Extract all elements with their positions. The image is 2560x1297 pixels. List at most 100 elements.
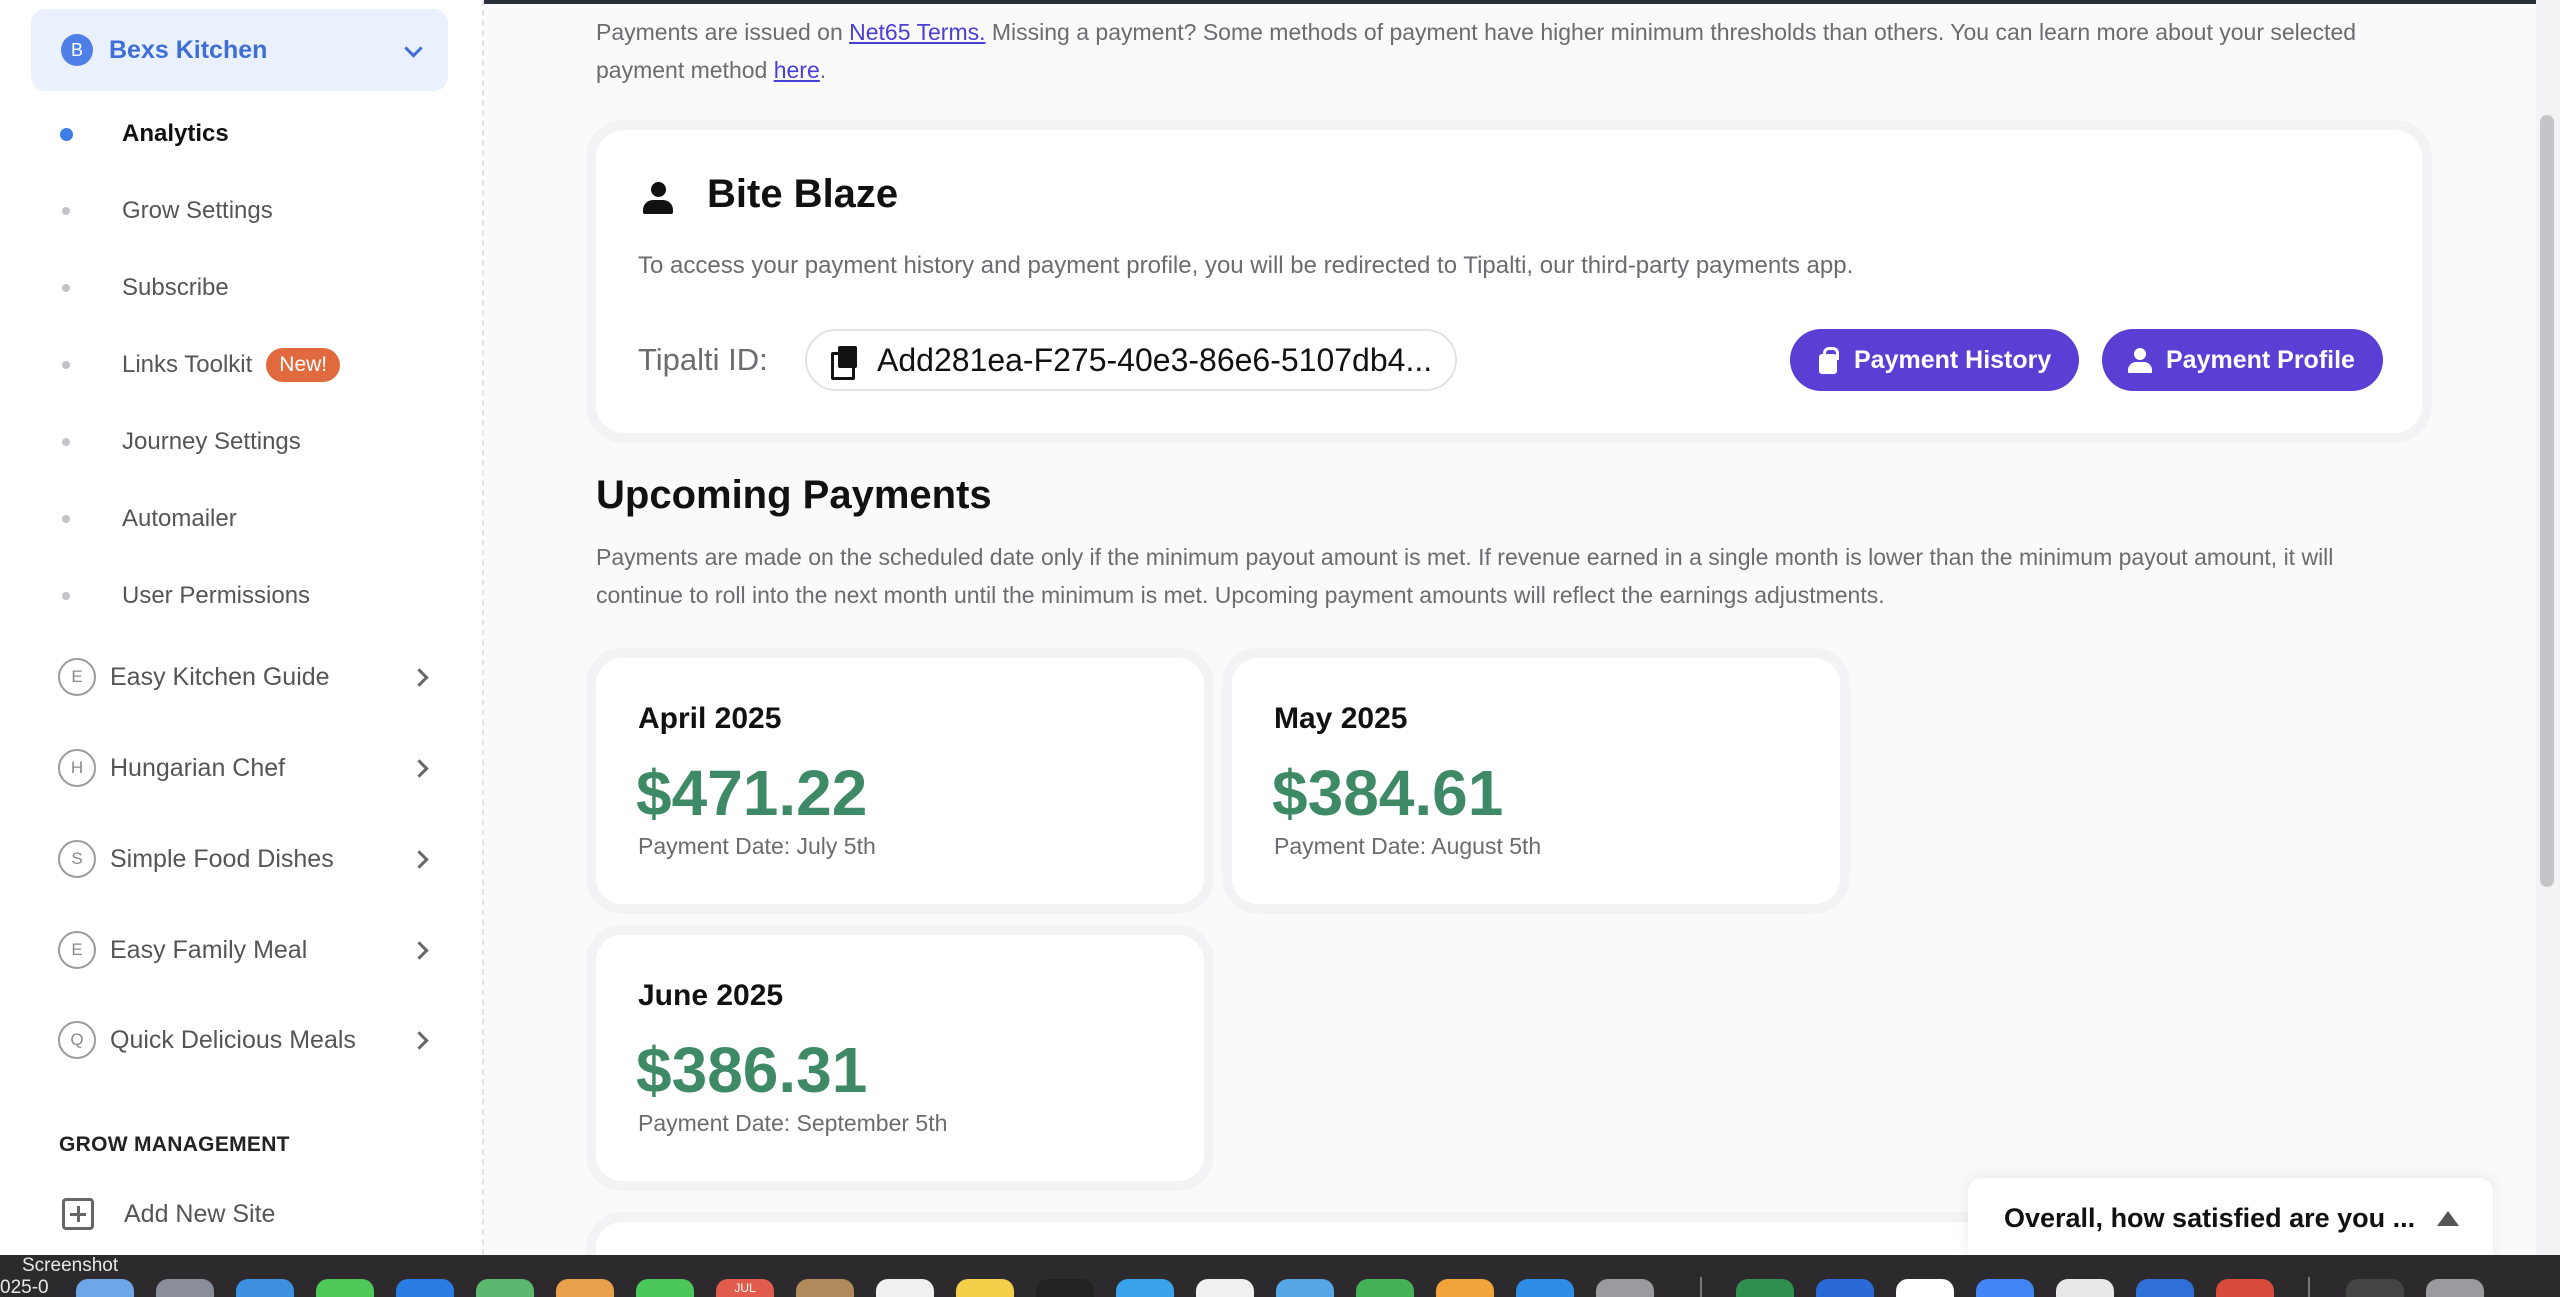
app-icon[interactable] [2216,1279,2274,1297]
dock-screenshot-date: 025-0 [0,1277,49,1297]
active-dot-icon [60,127,73,141]
payment-amount: $471.22 [636,757,868,829]
dock-separator [2308,1277,2310,1297]
payment-card: June 2025 $386.31 Payment Date: Septembe… [596,935,1204,1181]
payment-amount: $384.61 [1272,757,1504,829]
sidebar-item-automailer[interactable]: Automailer [62,499,237,539]
bullet-dot-icon [62,207,70,215]
chevron-right-icon [412,941,430,959]
sidebar-item-label: Journey Settings [122,428,301,455]
site-item-easy-family-meal[interactable]: E Easy Family Meal [58,928,430,972]
payment-history-button[interactable]: Payment History [1790,329,2080,391]
maps-icon[interactable] [476,1279,534,1297]
chevron-right-icon [412,850,430,868]
current-site-selector[interactable]: B Bexs Kitchen [31,9,448,91]
numbers-icon[interactable] [1356,1279,1414,1297]
chevron-right-icon [412,668,430,686]
os-dock: Screenshot 025-0 JUL [0,1255,2560,1297]
bullet-dot-icon [62,361,70,369]
chatgpt-icon[interactable] [2056,1279,2114,1297]
notes-icon[interactable] [956,1279,1014,1297]
calendar-icon[interactable]: JUL [716,1279,774,1297]
facetime-icon[interactable] [636,1279,694,1297]
chevron-right-icon [412,1031,430,1049]
sidebar-item-links-toolkit[interactable]: Links Toolkit New! [62,345,341,385]
site-item-label: Hungarian Chef [110,753,286,782]
vscode-icon[interactable] [2136,1279,2194,1297]
trash-icon[interactable] [2426,1279,2484,1297]
sheets-icon[interactable] [1736,1279,1794,1297]
news-icon[interactable] [1196,1279,1254,1297]
mail-icon[interactable] [396,1279,454,1297]
sidebar-item-journey-settings[interactable]: Journey Settings [62,422,301,462]
person-icon [2126,346,2152,374]
payment-amount: $386.31 [636,1034,868,1106]
site-initial-badge: Q [58,1021,96,1059]
upcoming-payments-description: Payments are made on the scheduled date … [596,544,2334,608]
finder-icon[interactable] [76,1279,134,1297]
payment-profile-button[interactable]: Payment Profile [2102,329,2383,391]
payment-history-label: Payment History [1854,345,2052,374]
safari-icon[interactable] [236,1279,294,1297]
tipalti-id-copy-field[interactable]: Add281ea-F275-40e3-86e6-5107db4... [805,329,1457,391]
payment-date: Payment Date: July 5th [638,833,876,859]
tv-icon[interactable] [1036,1279,1094,1297]
chevron-down-icon [404,41,422,59]
sidebar-item-analytics[interactable]: Analytics [60,114,229,154]
satisfaction-survey-widget[interactable]: Overall, how satisfied are you ... [1968,1178,2493,1258]
dock-separator [1700,1277,1702,1297]
copy-icon[interactable] [831,346,857,380]
keynote-icon[interactable] [1276,1279,1334,1297]
payment-profile-label: Payment Profile [2166,345,2355,374]
add-new-site-label: Add New Site [124,1199,276,1228]
bullet-dot-icon [62,515,70,523]
pages-icon[interactable] [1436,1279,1494,1297]
expand-triangle-icon[interactable] [2437,1210,2459,1226]
site-initial-badge: E [58,658,96,696]
new-badge: New! [266,348,341,382]
tipalti-id-label: Tipalti ID: [638,342,768,377]
site-item-quick-delicious-meals[interactable]: Q Quick Delicious Meals [58,1018,430,1062]
photos-icon[interactable] [556,1279,614,1297]
site-item-easy-kitchen-guide[interactable]: E Easy Kitchen Guide [58,655,430,699]
site-initial-badge: H [58,749,96,787]
site-item-simple-food-dishes[interactable]: S Simple Food Dishes [58,837,430,881]
reminders-icon[interactable] [876,1279,934,1297]
site-item-label: Easy Family Meal [110,935,308,964]
survey-question: Overall, how satisfied are you ... [2004,1202,2416,1233]
app-icon[interactable] [1816,1279,1874,1297]
settings-icon[interactable] [1596,1279,1654,1297]
messages-icon[interactable] [316,1279,374,1297]
site-initial-badge: E [58,931,96,969]
scrollbar-thumb[interactable] [2540,115,2554,887]
site-initial-badge: S [58,840,96,878]
bullet-dot-icon [62,592,70,600]
freeform-icon[interactable] [1116,1279,1174,1297]
payment-month: April 2025 [638,702,782,735]
site-initial-badge: B [61,34,93,66]
app-store-icon[interactable] [1516,1279,1574,1297]
contacts-icon[interactable] [796,1279,854,1297]
payment-month: May 2025 [1274,702,1408,735]
main-content: Payments are issued on Net65 Terms. Miss… [596,0,2446,1282]
sidebar-item-label: Subscribe [122,274,229,301]
sidebar-item-label: Grow Settings [122,197,273,224]
notice-prefix: Payments are issued on [596,19,850,45]
downloads-icon[interactable] [2346,1279,2404,1297]
launchpad-icon[interactable] [156,1279,214,1297]
sidebar-item-user-permissions[interactable]: User Permissions [62,576,310,616]
account-card: Bite Blaze To access your payment histor… [596,130,2422,433]
docs-icon[interactable] [1976,1279,2034,1297]
payment-method-here-link[interactable]: here [774,57,820,83]
net65-terms-link[interactable]: Net65 Terms. [849,19,985,45]
notice-suffix: . [819,57,827,83]
site-item-hungarian-chef[interactable]: H Hungarian Chef [58,746,430,790]
chrome-icon[interactable] [1896,1279,1954,1297]
upcoming-payments-title: Upcoming Payments [596,473,992,517]
sidebar-item-subscribe[interactable]: Subscribe [62,268,229,308]
sidebar-item-label: User Permissions [122,582,311,609]
chevron-right-icon [412,759,430,777]
sidebar-item-label: Analytics [122,120,229,147]
sidebar-item-grow-settings[interactable]: Grow Settings [62,191,273,231]
add-new-site-button[interactable]: Add New Site [62,1198,275,1230]
